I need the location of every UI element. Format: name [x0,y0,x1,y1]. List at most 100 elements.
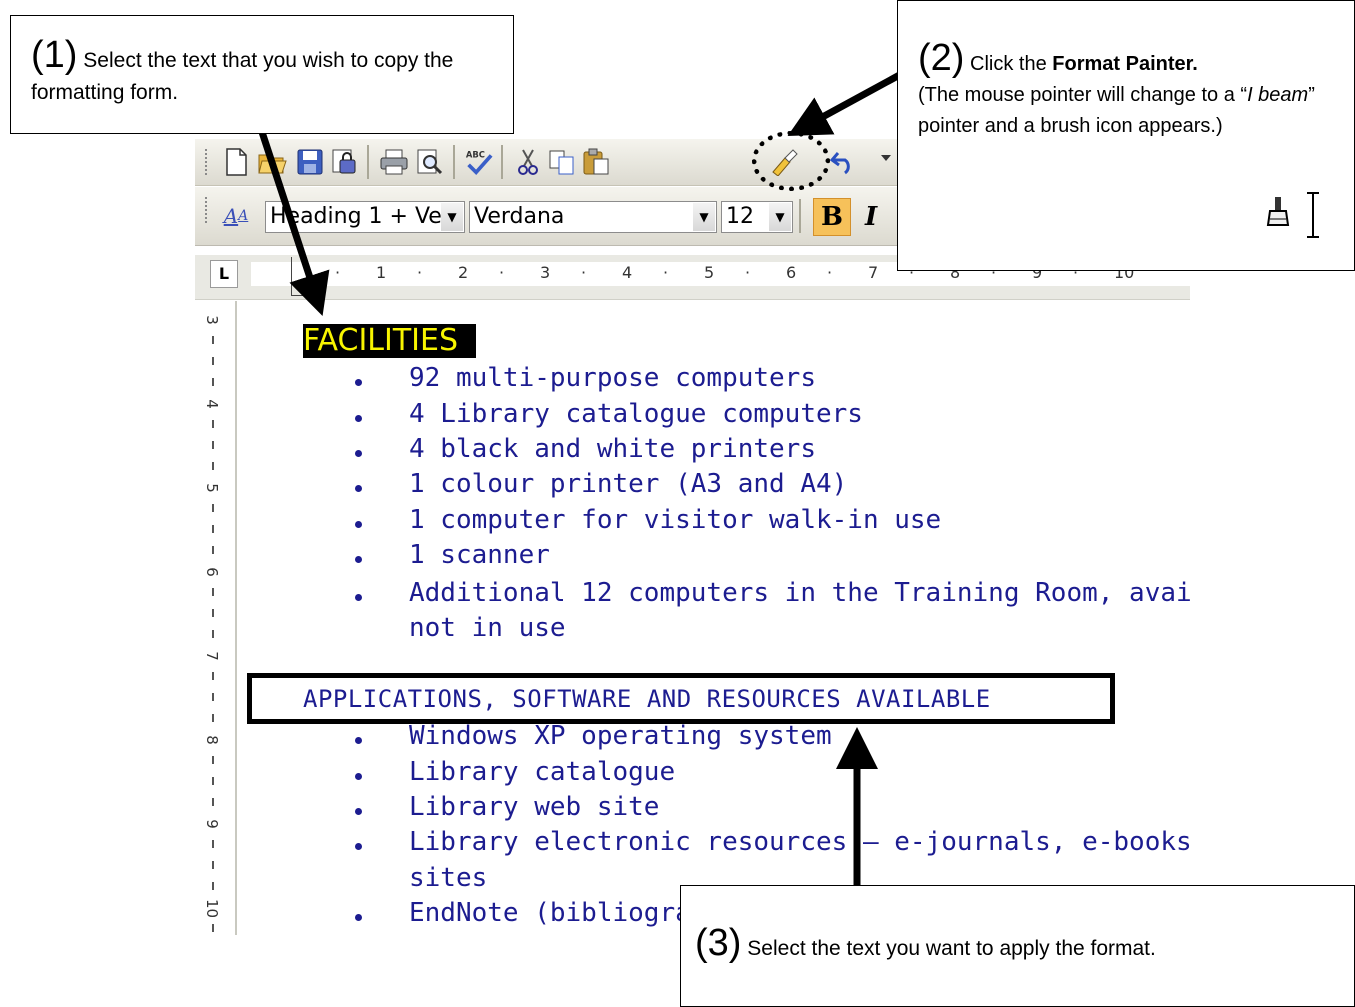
indent-marker[interactable] [291,257,307,296]
list-item[interactable]: 92 multi-purpose computers [409,363,816,393]
list-item[interactable]: not in use [409,613,566,643]
bullet-icon [355,485,362,492]
svg-text:ABC: ABC [466,149,485,159]
target-highlight-box [247,673,1115,724]
toolbar-grip[interactable] [205,197,211,223]
print-icon[interactable] [379,147,409,177]
list-item[interactable]: Library web site [409,792,659,822]
ruler-number: 2 [458,263,469,282]
chevron-down-icon[interactable]: ▼ [693,203,715,231]
list-item[interactable]: Library electronic resources – e-journal… [409,827,1190,857]
ruler-number: 3 [540,263,551,282]
ruler-tick [212,882,214,890]
ruler-tick [212,630,214,638]
ruler-tick [212,441,214,449]
chevron-down-icon[interactable]: ▼ [769,203,791,231]
ruler-tick: · [827,263,833,282]
font-combo[interactable]: Verdana ▼ [469,201,717,233]
step1-number: (1) [31,34,78,76]
font-size-value: 12 [726,204,754,229]
ruler-tick [212,693,214,701]
ruler-number: 4 [622,263,633,282]
callout-step-3: (3) Select the text you want to apply th… [680,885,1355,1007]
step2-note-italic: I beam [1247,84,1309,106]
toolbar-separator [367,145,369,179]
ruler-tick [212,336,214,344]
ruler-tick [212,777,214,785]
italic-button[interactable]: I [865,199,895,235]
styles-icon[interactable]: AA [221,201,251,231]
ruler-tick [212,504,214,512]
bullet-icon [355,450,362,457]
copy-icon[interactable] [547,147,577,177]
ruler-tick [212,840,214,848]
save-icon[interactable] [295,147,325,177]
open-folder-icon[interactable] [257,147,287,177]
bullet-icon [355,556,362,563]
step1-text: Select the text that you wish to copy th… [31,49,454,104]
step2-text: Click the [970,53,1053,75]
toolbar-separator [501,145,503,179]
ruler-number: 9 [203,819,221,829]
ruler-tick [212,672,214,680]
toolbar-separator [799,199,801,233]
undo-icon[interactable] [829,147,859,177]
arrow-step2 [787,68,907,137]
style-combo-value: Heading 1 + Ve [270,204,442,229]
spelling-icon[interactable]: ABC [463,147,493,177]
bold-button[interactable]: B [813,198,851,236]
step3-text: Select the text you want to apply the fo… [747,937,1156,960]
ruler-tick [212,378,214,386]
bullet-icon [355,808,362,815]
paste-icon[interactable] [581,147,611,177]
ruler-tick: · [417,263,423,282]
painter-cursor-group [1266,191,1326,241]
ruler-tick: · [335,263,341,282]
undo-dropdown-arrow[interactable] [881,155,891,161]
cut-icon[interactable] [513,147,543,177]
ruler-number: 4 [203,399,221,409]
new-doc-icon[interactable] [221,147,251,177]
ruler-tick [212,462,214,470]
list-item[interactable]: 1 computer for visitor walk-in use [409,505,941,535]
ruler-tick [212,756,214,764]
ruler-number: 7 [868,263,879,282]
list-item[interactable]: 1 scanner [409,540,550,570]
tab-selector-button[interactable]: L [210,260,238,288]
bullet-icon [355,773,362,780]
list-item[interactable]: EndNote (bibliogra [409,898,691,928]
ruler-tick [212,924,214,932]
print-preview-icon[interactable] [415,147,445,177]
permission-icon[interactable] [329,147,359,177]
bullet-icon [355,737,362,744]
chevron-down-icon[interactable]: ▼ [441,203,463,231]
toolbar-grip[interactable] [205,149,211,175]
bullet-icon [355,594,362,601]
ruler-number: 6 [786,263,797,282]
list-item[interactable]: Windows XP operating system [409,721,832,751]
font-size-combo[interactable]: 12 ▼ [721,201,793,233]
list-item[interactable]: Library catalogue [409,757,675,787]
format-painter-circle [752,131,830,191]
ruler-number: 5 [704,263,715,282]
ruler-tick: · [499,263,505,282]
bullet-icon [355,843,362,850]
list-item[interactable]: 1 colour printer (A3 and A4) [409,469,847,499]
list-item[interactable]: 4 Library catalogue computers [409,399,863,429]
list-item[interactable]: 4 black and white printers [409,434,816,464]
bullet-icon [355,415,362,422]
ruler-tick [212,420,214,428]
ruler-tick: · [581,263,587,282]
ruler-number: 6 [203,567,221,577]
step2-note-a: (The mouse pointer will change to a “ [918,84,1248,106]
ruler-number: 7 [203,651,221,661]
callout-step-2: (2) Click the Format Painter. (The mouse… [897,0,1355,271]
brush-cursor-icon [1266,197,1290,226]
heading-facilities[interactable]: FACILITIES [303,324,477,358]
bullet-icon [355,521,362,528]
list-item[interactable]: sites [409,863,487,893]
list-item[interactable]: Additional 12 computers in the Training … [409,578,1190,608]
style-combo[interactable]: Heading 1 + Ve ▼ [265,201,465,233]
step2-number: (2) [918,37,965,79]
ruler-tick [212,609,214,617]
